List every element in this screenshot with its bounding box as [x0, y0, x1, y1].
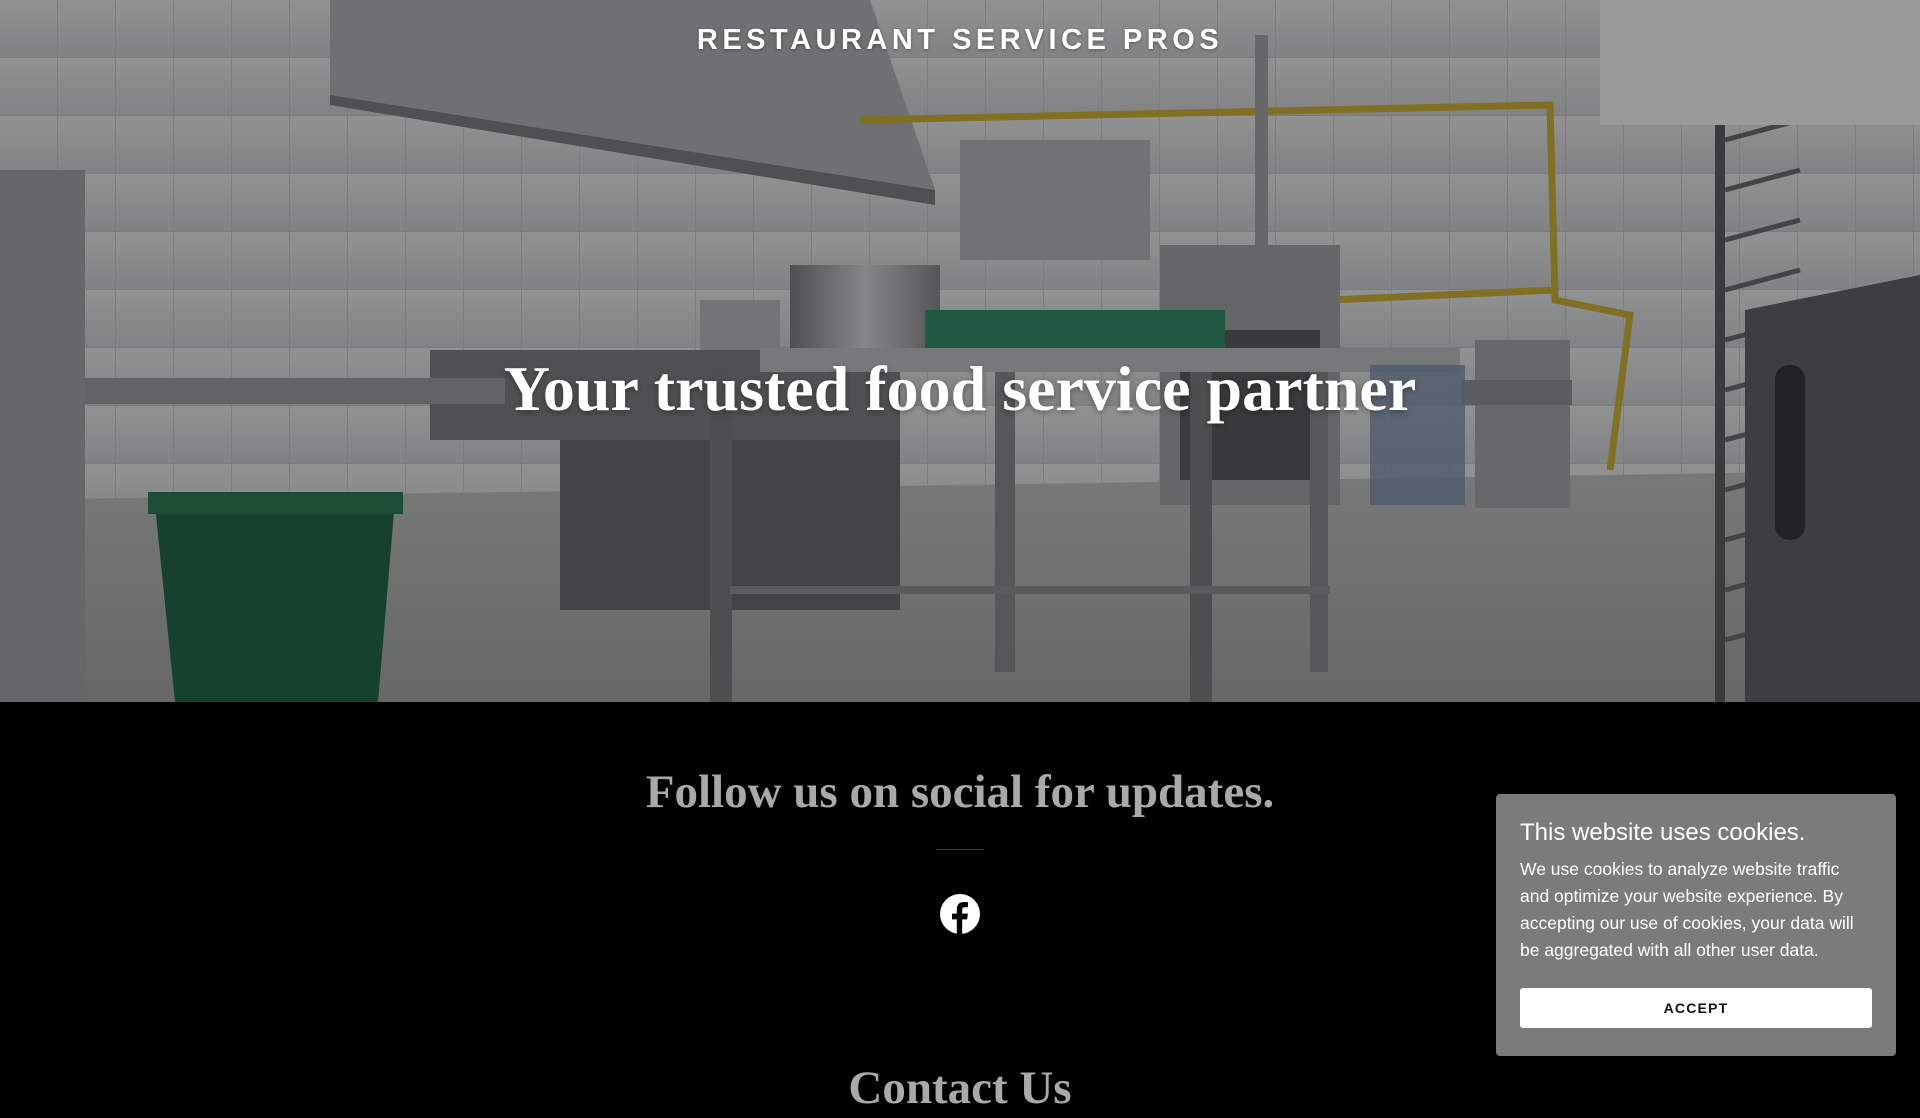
accept-cookies-button[interactable]: ACCEPT [1520, 988, 1872, 1028]
hero-title: Your trusted food service partner [503, 353, 1417, 424]
facebook-icon [940, 894, 980, 935]
cookie-banner: This website uses cookies. We use cookie… [1496, 794, 1896, 1056]
hero-section: RESTAURANT SERVICE PROS Your trusted foo… [0, 0, 1920, 702]
cookie-title: This website uses cookies. [1520, 819, 1806, 846]
section-divider [936, 849, 984, 850]
facebook-link[interactable] [939, 893, 981, 935]
cookie-body: We use cookies to analyze website traffi… [1520, 859, 1854, 960]
contact-heading: Contact Us [848, 1062, 1072, 1114]
site-brand[interactable]: RESTAURANT SERVICE PROS [0, 24, 1920, 57]
